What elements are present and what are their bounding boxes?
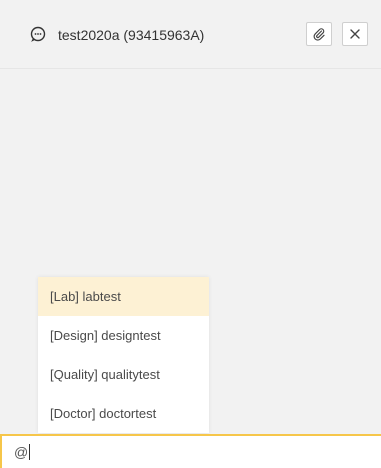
paperclip-icon: [313, 28, 325, 41]
mention-item-doctor[interactable]: [Doctor] doctortest: [38, 394, 209, 433]
text-caret: [29, 444, 30, 460]
mention-item-lab[interactable]: [Lab] labtest: [38, 277, 209, 316]
close-icon: [350, 29, 360, 39]
attach-button[interactable]: [306, 22, 332, 46]
chat-header: test2020a (93415963A): [0, 0, 381, 69]
mention-item-design[interactable]: [Design] designtest: [38, 316, 209, 355]
chat-panel: test2020a (93415963A) [Lab] labtest [Des…: [0, 0, 381, 468]
message-input-value: @: [14, 444, 29, 460]
chat-title: test2020a (93415963A): [58, 27, 205, 43]
close-button[interactable]: [342, 22, 368, 46]
message-input[interactable]: @: [0, 434, 381, 468]
mention-item-quality[interactable]: [Quality] qualitytest: [38, 355, 209, 394]
chat-bubble-icon: [30, 26, 46, 42]
mention-dropdown: [Lab] labtest [Design] designtest [Quali…: [38, 277, 209, 433]
